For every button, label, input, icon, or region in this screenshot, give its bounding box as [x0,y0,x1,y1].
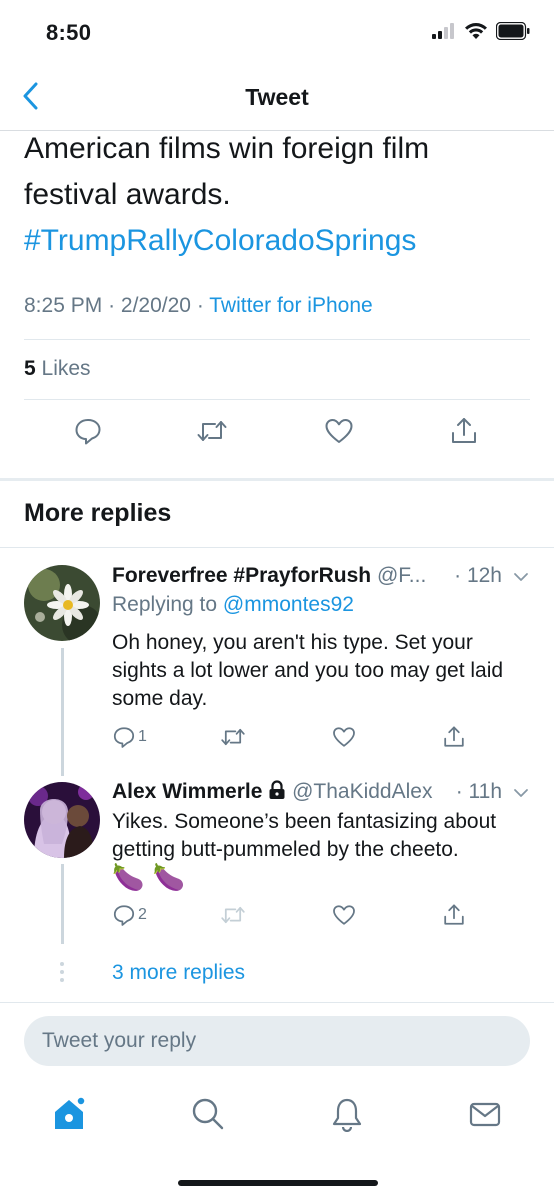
reply-time: · 12h [454,564,502,587]
author-handle[interactable]: @ThaKiddAlex [292,780,432,803]
reply-header: Foreverfree #PrayforRush @F... [112,564,426,588]
share-button[interactable] [442,725,466,749]
reply-button[interactable] [71,414,105,448]
retweet-button[interactable] [195,414,229,448]
reply-body: Oh honey, you aren't his type. Set your … [112,631,504,710]
thread-dots [59,962,65,982]
like-button[interactable] [332,725,356,749]
share-button[interactable] [442,903,466,927]
status-time: 8:50 [46,20,92,45]
share-icon [444,904,464,925]
reply-emoji: 🍆 🍆 [112,863,186,893]
more-replies-link[interactable]: 3 more replies [112,961,245,985]
tab-notifications[interactable] [327,1094,367,1134]
heart-icon [325,419,353,443]
like-button[interactable] [322,414,356,448]
reply-button[interactable]: 1 [112,725,147,749]
reply-time: · 11h [455,780,502,803]
avatar[interactable] [24,565,100,641]
tab-bar [0,1078,554,1158]
bell-icon [332,1098,362,1132]
reply-item[interactable]: Alex Wimmerle @ThaKiddAlex · 11h Yikes. … [0,766,554,966]
share-icon [444,726,464,747]
home-indicator [178,1180,378,1186]
reply-body: Yikes. Someone’s been fantasizing about … [112,810,497,861]
divider [0,1002,554,1003]
home-icon [55,1096,86,1129]
reply-item[interactable]: Foreverfree #PrayforRush @F... · 12h Rep… [0,548,554,776]
likes-count[interactable]: 5 Likes [24,357,91,381]
share-button[interactable] [447,414,481,448]
reply-composer[interactable] [24,1016,530,1066]
replying-to: Replying to @mmontes92 [112,593,354,617]
wifi-icon [465,23,487,39]
reply-time-value: 11h [468,780,502,803]
search-icon [192,1098,224,1130]
retweet-icon [221,906,245,924]
retweet-icon [197,421,227,441]
reply-count: 1 [138,728,147,745]
retweet-button[interactable] [220,903,246,927]
thread-line [61,648,64,776]
tweet-date: 2/20/20 [120,294,191,317]
tweet-time: 8:25 PM [24,294,103,317]
reply-icon [113,905,135,926]
status-bar: 8:50 [0,0,554,64]
reply-button[interactable]: 2 [112,903,147,927]
reply-actions: 1 [112,725,472,753]
avatar[interactable] [24,782,100,858]
tweet-meta: 8:25 PM · 2/20/20 · Twitter for iPhone [24,294,373,318]
more-replies-heading: More replies [24,499,172,527]
reply-header: Alex Wimmerle @ThaKiddAlex [112,780,432,804]
likes-label: Likes [41,357,91,380]
tab-search[interactable] [188,1094,228,1134]
chevron-down-icon[interactable] [512,568,530,586]
chevron-down-icon[interactable] [512,784,530,802]
like-button[interactable] [332,903,356,927]
likes-number: 5 [24,357,36,380]
retweet-button[interactable] [220,725,246,749]
heart-icon [333,905,355,925]
reply-time-value: 12h [466,564,502,587]
reply-icon [75,419,101,445]
mention-link[interactable]: @mmontes92 [223,593,354,616]
retweet-icon [221,728,245,746]
tweet-text: American films win foreign film festival… [24,126,534,264]
signal-icon [432,23,454,39]
section-separator [0,478,554,481]
page-title: Tweet [245,84,309,110]
tweet-action-bar [0,400,554,464]
tweet-text-line-2: festival awards. [24,178,231,211]
avatar-image [24,782,100,858]
thread-line [61,864,64,944]
reply-count: 2 [138,906,147,923]
author-name[interactable]: Foreverfree #PrayforRush [112,564,371,587]
mail-icon [469,1102,501,1127]
author-handle[interactable]: @F... [377,564,426,587]
reply-actions: 2 [112,903,472,931]
divider [24,339,530,340]
status-icons [432,22,530,40]
avatar-image [24,565,100,641]
lock-icon [269,780,285,799]
reply-icon [113,727,135,748]
reply-input[interactable] [24,1016,530,1066]
replying-to-label: Replying to [112,593,218,616]
heart-icon [333,727,355,747]
navigation-bar: Tweet [0,64,554,131]
meta-separator: · [108,294,121,317]
tweet-text-line-1: American films win foreign film [24,132,430,165]
hashtag-link[interactable]: #TrumpRallyColoradoSprings [24,218,534,264]
meta-separator: · [196,294,210,317]
share-icon [452,418,476,443]
tab-home[interactable] [49,1094,89,1134]
tweet-source-link[interactable]: Twitter for iPhone [209,294,372,317]
author-name[interactable]: Alex Wimmerle [112,780,262,803]
battery-icon [496,22,530,40]
tab-messages[interactable] [465,1094,505,1134]
